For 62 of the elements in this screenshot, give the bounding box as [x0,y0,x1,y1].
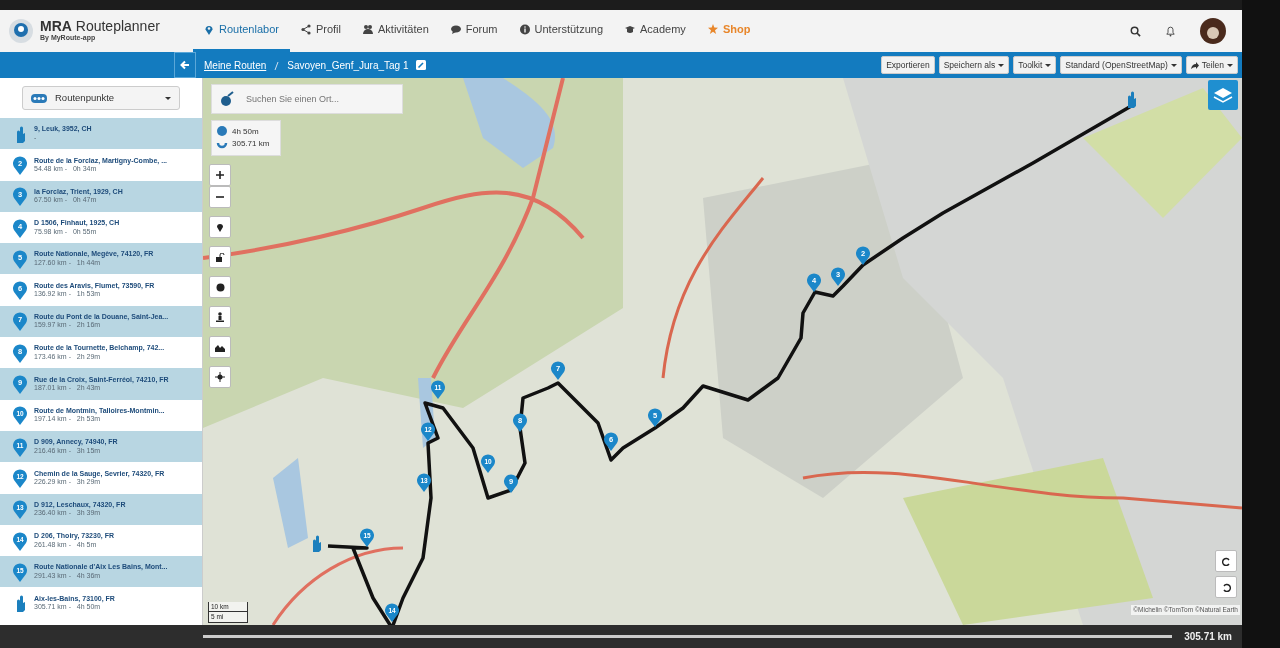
zoom-in-button[interactable] [209,164,231,186]
nav-link[interactable]: Unterstützung [508,10,614,52]
route-duration: 4h 50m [232,126,260,138]
nav-link[interactable]: Profil [289,10,352,52]
toolbar-button[interactable]: Exportieren [881,55,935,75]
locate-icon [215,372,225,382]
locate-place-icon [219,91,235,107]
back-button[interactable] [174,52,196,78]
undo-icon [1221,582,1231,592]
redo-button[interactable] [1215,550,1237,572]
nav-link[interactable]: Aktivitäten [352,10,440,52]
users-icon [363,24,373,35]
layers-button[interactable] [1208,80,1238,110]
toolbar-button[interactable]: Speichern als [938,55,1010,75]
hand-icon [14,594,26,613]
lock-icon [215,252,225,262]
waypoints-dropdown[interactable]: Routenpunkte [22,86,180,110]
route-name: Savoyen_Genf_Jura_Tag 1 [287,58,409,73]
graduation-cap-icon [625,24,635,35]
caret-icon [165,96,171,100]
toolbar-button[interactable]: Standard (OpenStreetMap) [1060,55,1182,75]
bell-icon[interactable] [1165,25,1176,37]
person-icon [216,312,224,322]
route-stats-icon [216,125,228,151]
breadcrumb-link[interactable]: Meine Routen [204,57,267,73]
lock-button[interactable] [209,246,231,268]
back-arrow-icon [180,60,190,70]
total-distance: 305.71 km [1184,630,1232,644]
nav-link[interactable]: Forum [439,10,509,52]
zoom-in-icon [216,171,224,179]
hand-icon[interactable] [310,534,322,552]
toolbar-button[interactable]: Toolkit [1013,55,1057,75]
share-icon [300,24,311,35]
avatar[interactable] [1200,18,1226,44]
zoom-out-button[interactable] [209,186,231,208]
chat-icon [450,24,461,35]
info-icon [519,24,530,35]
nav-link[interactable]: Academy [614,10,697,52]
hand-icon [14,124,26,143]
share-arrow-icon [1190,61,1199,69]
map-pin-icon [204,24,214,35]
waypoints-icon [31,93,47,103]
layers-icon [1213,86,1233,104]
person-button[interactable] [209,306,231,328]
marker-icon [216,222,224,232]
search-icon[interactable] [1130,25,1141,37]
locate-button[interactable] [209,366,231,388]
search-field[interactable]: Suchen Sie einen Ort... [211,84,403,114]
zoom-out-icon [216,193,224,201]
globe-button[interactable] [209,276,231,298]
elevation-button[interactable] [209,336,231,358]
star-icon [707,24,718,35]
redo-icon [1221,556,1231,566]
undo-button[interactable] [1215,576,1237,598]
hand-icon[interactable] [1125,90,1137,108]
route-distance: 305.71 km [232,138,270,150]
marker-button[interactable] [209,216,231,238]
toolbar-button[interactable]: Teilen [1185,55,1238,75]
logo-icon [8,18,34,44]
app-title: MRA Routeplanner [40,18,160,33]
edit-icon[interactable] [416,60,427,70]
breadcrumb-separator-icon [274,60,280,71]
